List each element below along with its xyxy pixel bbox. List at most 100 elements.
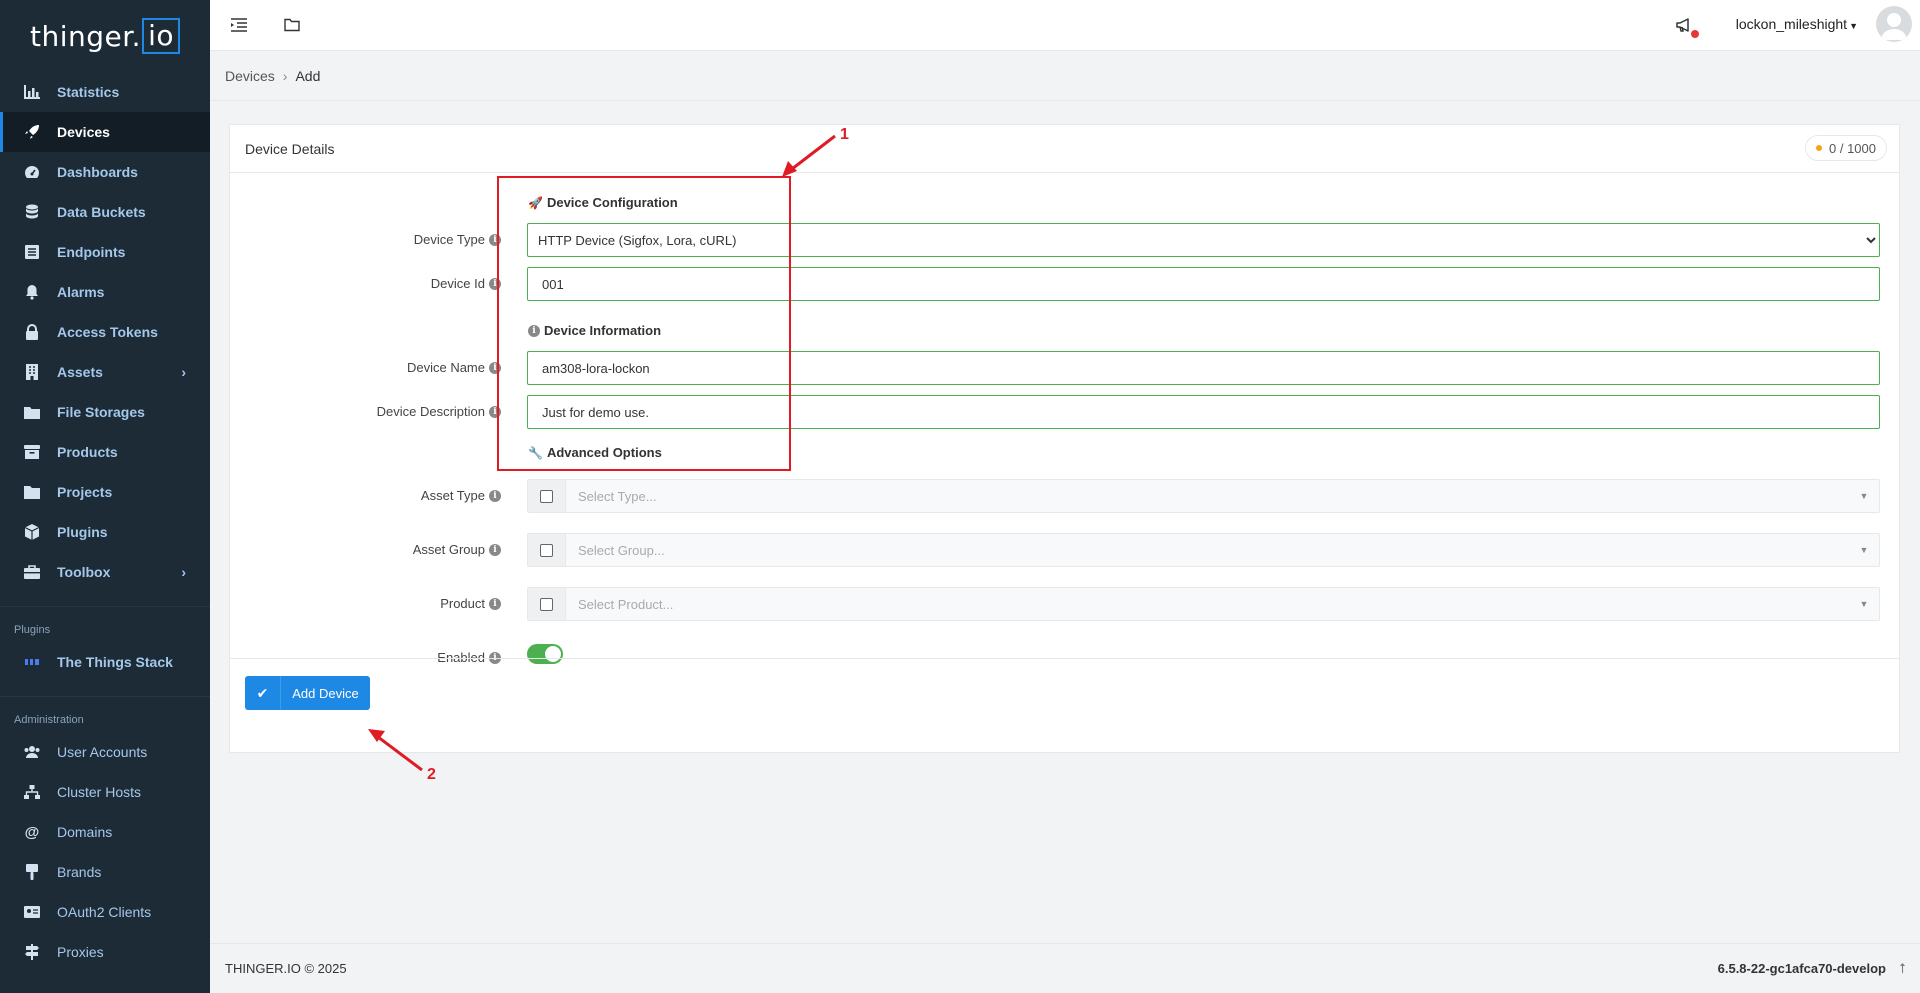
asset-group-combo: Select Group... ▼ xyxy=(527,533,1880,567)
user-menu[interactable]: lockon_mileshight ▼ xyxy=(1736,16,1858,32)
label-text: Device Id xyxy=(430,276,485,291)
sidebar-item-file-storages[interactable]: File Storages xyxy=(0,392,210,432)
scroll-top-icon[interactable]: ⭡ xyxy=(1899,960,1906,977)
check-icon: ✔ xyxy=(245,676,281,710)
projects-button[interactable] xyxy=(281,14,303,36)
sidebar: thinger. io Statistics Devices Dashboards… xyxy=(0,0,210,993)
info-icon[interactable]: i xyxy=(489,597,501,610)
database-icon xyxy=(23,203,41,221)
caret-down-icon[interactable]: ▼ xyxy=(1849,491,1879,501)
device-type-select[interactable]: HTTP Device (Sigfox, Lora, cURL) xyxy=(527,223,1880,257)
sidebar-item-user-accounts[interactable]: User Accounts xyxy=(0,732,210,772)
sidebar-item-dashboards[interactable]: Dashboards xyxy=(0,152,210,192)
sidebar-item-cluster-hosts[interactable]: Cluster Hosts xyxy=(0,772,210,812)
sidebar-item-endpoints[interactable]: Endpoints xyxy=(0,232,210,272)
add-device-button[interactable]: ✔ Add Device xyxy=(245,676,370,710)
device-name-input[interactable] xyxy=(540,352,1879,384)
asset-group-label: Asset Group i xyxy=(413,542,501,557)
annotation-number-2: 2 xyxy=(427,766,436,783)
asset-type-select[interactable]: Select Type... xyxy=(566,489,1849,504)
device-type-label: Device Type i xyxy=(414,232,501,247)
label-text: Device Name xyxy=(406,360,485,375)
caret-down-icon[interactable]: ▼ xyxy=(1849,545,1879,555)
sidebar-item-label: Brands xyxy=(57,864,102,880)
breadcrumb: Devices › Add xyxy=(210,52,1920,101)
breadcrumb-devices-link[interactable]: Devices xyxy=(225,68,275,84)
folder-outline-icon xyxy=(284,18,300,32)
sidebar-item-the-things-stack[interactable]: The Things Stack xyxy=(0,642,210,682)
sidebar-item-devices[interactable]: Devices xyxy=(0,112,210,152)
info-icon[interactable]: i xyxy=(489,361,501,374)
device-description-input[interactable] xyxy=(540,396,1879,428)
sidebar-item-data-buckets[interactable]: Data Buckets xyxy=(0,192,210,232)
asset-type-checkbox[interactable] xyxy=(540,489,553,503)
sidebar-item-label: Domains xyxy=(57,824,113,840)
sidebar-item-label: Access Tokens xyxy=(57,324,158,340)
sidebar-item-label: Toolbox xyxy=(57,564,111,580)
cube-icon xyxy=(23,523,41,541)
sidebar-item-statistics[interactable]: Statistics xyxy=(0,72,210,112)
section-title-text: Device Configuration xyxy=(546,195,678,210)
announcements-button[interactable] xyxy=(1674,14,1699,38)
sidebar-item-proxies[interactable]: Proxies xyxy=(0,932,210,972)
section-title-text: Device Information xyxy=(544,323,662,338)
sidebar-item-assets[interactable]: Assets › xyxy=(0,352,210,392)
sidebar-item-label: User Accounts xyxy=(57,744,148,760)
card-title: Device Details xyxy=(245,140,335,157)
logo-text: thinger. xyxy=(29,19,142,53)
product-select[interactable]: Select Product... xyxy=(566,597,1849,612)
wrench-icon: 🔧 xyxy=(528,445,543,460)
sidebar-section-plugins: Plugins xyxy=(0,606,210,642)
sidebar-item-label: Statistics xyxy=(57,84,120,100)
sidebar-item-alarms[interactable]: Alarms xyxy=(0,272,210,312)
device-name-field[interactable] xyxy=(527,351,1880,385)
status-dot xyxy=(1816,145,1822,151)
sidebar-item-projects[interactable]: Projects xyxy=(0,472,210,512)
toggle-sidebar-button[interactable] xyxy=(228,14,250,36)
asset-group-checkbox[interactable] xyxy=(540,543,553,557)
sidebar-item-products[interactable]: Products xyxy=(0,432,210,472)
chevron-right-icon: › xyxy=(181,564,186,580)
asset-type-checkbox-wrap xyxy=(528,480,566,512)
sidebar-item-brands[interactable]: Brands xyxy=(0,852,210,892)
sidebar-item-label: Alarms xyxy=(57,284,105,300)
device-type-dropdown[interactable]: HTTP Device (Sigfox, Lora, cURL) xyxy=(534,224,1879,256)
sidebar-item-oauth2-clients[interactable]: OAuth2 Clients xyxy=(0,892,210,932)
sidebar-item-domains[interactable]: @ Domains xyxy=(0,812,210,852)
avatar[interactable] xyxy=(1876,6,1912,42)
sidebar-item-label: Data Buckets xyxy=(57,204,146,220)
asset-group-select[interactable]: Select Group... xyxy=(566,543,1849,558)
folder-icon xyxy=(23,483,41,501)
device-description-field[interactable] xyxy=(527,395,1880,429)
label-text: Device Type xyxy=(413,232,485,247)
info-icon[interactable]: i xyxy=(489,233,501,246)
username: lockon_mileshight xyxy=(1735,16,1848,32)
device-id-input[interactable] xyxy=(540,268,1879,300)
caret-down-icon[interactable]: ▼ xyxy=(1849,599,1879,609)
logo[interactable]: thinger. io xyxy=(0,0,210,72)
section-device-configuration: 🚀 Device Configuration xyxy=(528,195,678,210)
info-icon[interactable]: i xyxy=(489,543,501,556)
sidebar-item-label: Endpoints xyxy=(57,244,126,260)
the-things-stack-icon xyxy=(23,653,41,671)
section-title-text: Advanced Options xyxy=(546,445,662,460)
info-icon[interactable]: i xyxy=(489,277,501,290)
toolbox-icon xyxy=(23,563,41,581)
card-header: Device Details xyxy=(230,125,1899,173)
sidebar-item-label: Products xyxy=(57,444,118,460)
rocket-icon: 🚀 xyxy=(528,195,543,210)
sidebar-section-administration: Administration xyxy=(0,696,210,732)
device-id-label: Device Id i xyxy=(431,276,501,291)
sidebar-item-label: Proxies xyxy=(57,944,104,960)
device-id-field[interactable] xyxy=(527,267,1880,301)
sidebar-item-access-tokens[interactable]: Access Tokens xyxy=(0,312,210,352)
product-checkbox[interactable] xyxy=(540,597,553,611)
product-checkbox-wrap xyxy=(528,588,566,620)
sidebar-item-label: Assets xyxy=(57,364,103,380)
sidebar-item-plugins[interactable]: Plugins xyxy=(0,512,210,552)
annotation-number-1: 1 xyxy=(840,126,849,143)
info-icon[interactable]: i xyxy=(489,405,501,418)
annotation-arrow-2 xyxy=(368,729,423,772)
info-icon[interactable]: i xyxy=(489,489,501,502)
sidebar-item-toolbox[interactable]: Toolbox › xyxy=(0,552,210,592)
